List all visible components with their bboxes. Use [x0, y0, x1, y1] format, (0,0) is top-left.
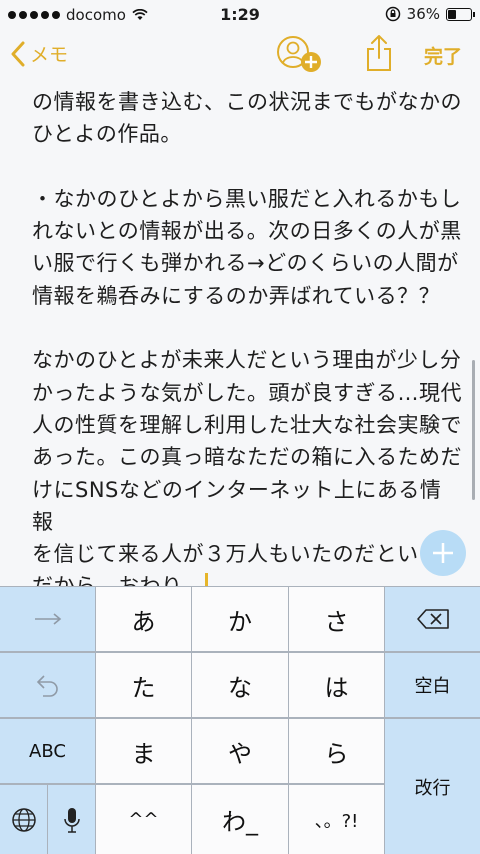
add-person-icon[interactable] [275, 34, 325, 76]
add-button[interactable] [420, 530, 466, 576]
scrollbar[interactable] [472, 360, 475, 500]
chevron-left-icon [11, 41, 25, 66]
key-wa[interactable]: わ_ [192, 785, 288, 854]
share-icon[interactable] [365, 34, 393, 72]
key-punctuation[interactable]: 、。?! [289, 785, 384, 854]
backspace-icon [416, 609, 449, 629]
undo-icon [36, 675, 58, 697]
note-line: れないとの情報が出る。次の日多くの人が黒 [32, 219, 462, 244]
dictation-key[interactable] [48, 785, 95, 854]
note-line [32, 151, 462, 183]
navigation-bar: メモ 完了 [0, 30, 480, 80]
back-label: メモ [30, 44, 69, 66]
microphone-icon [63, 807, 80, 833]
note-line: かったような気がした。頭が良すぎる…現代 [32, 380, 462, 405]
note-line: を信じて来る人が３万人もいたのだというの [32, 542, 462, 567]
note-line [32, 312, 462, 344]
battery-percentage: 36% [406, 5, 440, 23]
note-line: なかのひとよが未来人だという理由が少し分 [32, 348, 462, 373]
next-candidate-key[interactable] [0, 587, 95, 651]
return-key[interactable]: 改行 [385, 719, 480, 854]
note-line: けにSNSなどのインターネット上にある情報 [32, 477, 442, 534]
arrow-right-icon [34, 613, 61, 625]
key-ma[interactable]: ま [96, 719, 191, 783]
done-button[interactable]: 完了 [424, 42, 462, 69]
note-line: い服で行くも弾かれる→どのくらいの人間が [32, 251, 459, 276]
globe-key[interactable] [0, 785, 47, 854]
note-line: ・なかのひとよから黒い服だと入れるかもし [32, 186, 462, 211]
delete-key[interactable] [385, 587, 480, 651]
note-text-area[interactable]: の情報を書き込む、この状況までもがなかの ひとよの作品。 ・なかのひとよから黒い服… [32, 86, 462, 603]
abc-key[interactable]: ABC [0, 719, 95, 783]
keyboard: あ か さ た な は 空白 ABC ま や ら 改行 ^^ わ_ 、。?! [0, 586, 480, 854]
undo-key[interactable] [0, 653, 95, 717]
note-line: あった。この真っ暗なただの箱に入るためだ [32, 445, 462, 470]
globe-icon [11, 807, 36, 832]
space-key[interactable]: 空白 [385, 653, 480, 717]
key-ha[interactable]: は [289, 653, 384, 717]
note-line: ひとよの作品。 [32, 122, 182, 147]
key-ya[interactable]: や [192, 719, 288, 783]
note-line: の情報を書き込む、この状況までもがなかの [32, 90, 462, 114]
key-na[interactable]: な [192, 653, 288, 717]
key-ta[interactable]: た [96, 653, 191, 717]
status-bar: docomo 1:29 36% [0, 0, 480, 30]
key-ka[interactable]: か [192, 587, 288, 651]
key-a[interactable]: あ [96, 587, 191, 651]
rotation-lock-icon [385, 6, 400, 22]
plus-icon [433, 543, 453, 563]
key-dakuten[interactable]: ^^ [96, 785, 191, 854]
note-line: 情報を鵜呑みにするのか弄ばれている？？ [32, 283, 441, 308]
back-button[interactable]: メモ [10, 40, 68, 67]
key-ra[interactable]: ら [289, 719, 384, 783]
key-sa[interactable]: さ [289, 587, 384, 651]
note-line: 人の性質を理解し利用した壮大な社会実験で [32, 412, 462, 437]
battery-icon [446, 7, 475, 21]
